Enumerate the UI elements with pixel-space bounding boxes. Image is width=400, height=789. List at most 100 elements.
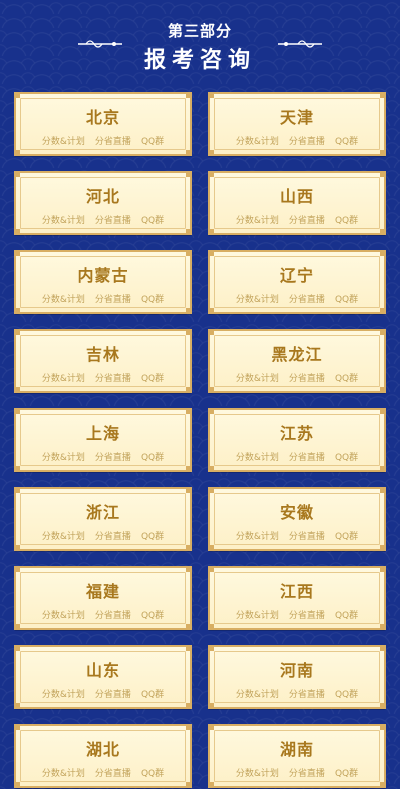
card-corner-ornament [186, 645, 192, 651]
card-corner-ornament [14, 545, 20, 551]
score-plan-link[interactable]: 分数&计划 [236, 213, 279, 226]
province-card: 福建 分数&计划 分省直播 QQ群 [14, 566, 192, 630]
card-corner-ornament [208, 703, 214, 709]
card-corner-ornament [208, 229, 214, 235]
qq-group-link[interactable]: QQ群 [335, 687, 358, 700]
province-links: 分数&计划 分省直播 QQ群 [210, 292, 384, 305]
province-name: 江苏 [279, 424, 314, 443]
card-corner-ornament [380, 566, 386, 572]
qq-group-link[interactable]: QQ群 [335, 134, 358, 147]
live-stream-link[interactable]: 分省直播 [95, 687, 131, 700]
score-plan-link[interactable]: 分数&计划 [236, 292, 279, 305]
card-corner-ornament [208, 624, 214, 630]
province-card: 北京 分数&计划 分省直播 QQ群 [14, 92, 192, 156]
card-corner-ornament [14, 566, 20, 572]
score-plan-link[interactable]: 分数&计划 [236, 608, 279, 621]
qq-group-link[interactable]: QQ群 [141, 371, 164, 384]
card-corner-ornament [14, 466, 20, 472]
qq-group-link[interactable]: QQ群 [335, 608, 358, 621]
card-corner-ornament [380, 92, 386, 98]
qq-group-link[interactable]: QQ群 [335, 529, 358, 542]
card-corner-ornament [380, 329, 386, 335]
score-plan-link[interactable]: 分数&计划 [42, 687, 85, 700]
live-stream-link[interactable]: 分省直播 [95, 134, 131, 147]
card-corner-ornament [186, 229, 192, 235]
province-name: 辽宁 [279, 266, 314, 285]
live-stream-link[interactable]: 分省直播 [289, 371, 325, 384]
province-links: 分数&计划 分省直播 QQ群 [16, 134, 190, 147]
score-plan-link[interactable]: 分数&计划 [42, 529, 85, 542]
province-links: 分数&计划 分省直播 QQ群 [210, 450, 384, 463]
qq-group-link[interactable]: QQ群 [141, 766, 164, 779]
province-name: 吉林 [85, 345, 120, 364]
card-corner-ornament [14, 171, 20, 177]
live-stream-link[interactable]: 分省直播 [289, 292, 325, 305]
card-corner-ornament [186, 487, 192, 493]
live-stream-link[interactable]: 分省直播 [95, 766, 131, 779]
qq-group-link[interactable]: QQ群 [141, 450, 164, 463]
live-stream-link[interactable]: 分省直播 [289, 608, 325, 621]
live-stream-link[interactable]: 分省直播 [95, 608, 131, 621]
province-links: 分数&计划 分省直播 QQ群 [210, 529, 384, 542]
score-plan-link[interactable]: 分数&计划 [42, 608, 85, 621]
qq-group-link[interactable]: QQ群 [141, 134, 164, 147]
live-stream-link[interactable]: 分省直播 [95, 529, 131, 542]
live-stream-link[interactable]: 分省直播 [95, 292, 131, 305]
live-stream-link[interactable]: 分省直播 [289, 529, 325, 542]
live-stream-link[interactable]: 分省直播 [289, 687, 325, 700]
score-plan-link[interactable]: 分数&计划 [42, 292, 85, 305]
province-card: 山东 分数&计划 分省直播 QQ群 [14, 645, 192, 709]
card-corner-ornament [380, 782, 386, 788]
card-corner-ornament [208, 329, 214, 335]
score-plan-link[interactable]: 分数&计划 [42, 450, 85, 463]
qq-group-link[interactable]: QQ群 [141, 529, 164, 542]
score-plan-link[interactable]: 分数&计划 [42, 371, 85, 384]
qq-group-link[interactable]: QQ群 [141, 608, 164, 621]
province-card: 天津 分数&计划 分省直播 QQ群 [208, 92, 386, 156]
score-plan-link[interactable]: 分数&计划 [236, 687, 279, 700]
qq-group-link[interactable]: QQ群 [335, 450, 358, 463]
province-name: 内蒙古 [77, 266, 129, 285]
live-stream-link[interactable]: 分省直播 [289, 134, 325, 147]
card-corner-ornament [380, 645, 386, 651]
score-plan-link[interactable]: 分数&计划 [42, 213, 85, 226]
score-plan-link[interactable]: 分数&计划 [236, 766, 279, 779]
card-corner-ornament [14, 408, 20, 414]
score-plan-link[interactable]: 分数&计划 [42, 766, 85, 779]
score-plan-link[interactable]: 分数&计划 [236, 134, 279, 147]
qq-group-link[interactable]: QQ群 [141, 292, 164, 305]
live-stream-link[interactable]: 分省直播 [95, 213, 131, 226]
score-plan-link[interactable]: 分数&计划 [42, 134, 85, 147]
card-corner-ornament [186, 545, 192, 551]
card-corner-ornament [380, 724, 386, 730]
card-corner-ornament [14, 229, 20, 235]
score-plan-link[interactable]: 分数&计划 [236, 529, 279, 542]
province-links: 分数&计划 分省直播 QQ群 [16, 371, 190, 384]
qq-group-link[interactable]: QQ群 [141, 213, 164, 226]
score-plan-link[interactable]: 分数&计划 [236, 450, 279, 463]
qq-group-link[interactable]: QQ群 [141, 687, 164, 700]
card-corner-ornament [380, 150, 386, 156]
live-stream-link[interactable]: 分省直播 [289, 450, 325, 463]
qq-group-link[interactable]: QQ群 [335, 292, 358, 305]
live-stream-link[interactable]: 分省直播 [289, 766, 325, 779]
qq-group-link[interactable]: QQ群 [335, 371, 358, 384]
province-name: 浙江 [85, 503, 120, 522]
card-corner-ornament [208, 724, 214, 730]
score-plan-link[interactable]: 分数&计划 [236, 371, 279, 384]
live-stream-link[interactable]: 分省直播 [289, 213, 325, 226]
province-card: 河北 分数&计划 分省直播 QQ群 [14, 171, 192, 235]
page-title: 报考咨询 [143, 48, 256, 73]
part-label: 第三部分 [167, 22, 232, 40]
card-corner-ornament [186, 782, 192, 788]
province-card: 上海 分数&计划 分省直播 QQ群 [14, 408, 192, 472]
qq-group-link[interactable]: QQ群 [335, 213, 358, 226]
card-corner-ornament [186, 703, 192, 709]
live-stream-link[interactable]: 分省直播 [95, 450, 131, 463]
province-links: 分数&计划 分省直播 QQ群 [16, 687, 190, 700]
province-card: 江西 分数&计划 分省直播 QQ群 [208, 566, 386, 630]
province-links: 分数&计划 分省直播 QQ群 [16, 529, 190, 542]
qq-group-link[interactable]: QQ群 [335, 766, 358, 779]
card-corner-ornament [186, 624, 192, 630]
live-stream-link[interactable]: 分省直播 [95, 371, 131, 384]
